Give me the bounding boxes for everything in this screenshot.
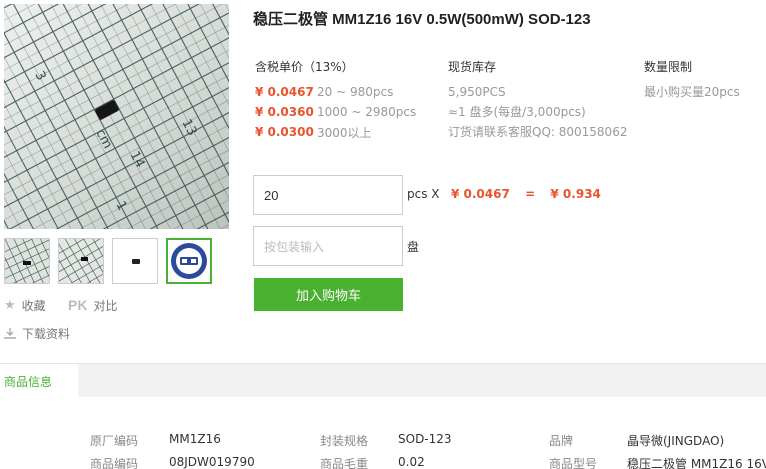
star-icon: ★ [4, 297, 16, 313]
favorite-button[interactable]: ★ 收藏 [4, 296, 64, 314]
spec-key: 原厂编码 [90, 434, 139, 448]
spec-key: 商品编码 [90, 457, 139, 469]
price-tier-list: ¥ 0.0467 20 ~ 980pcs ¥ 0.0360 1000 ~ 298… [255, 82, 416, 142]
thumbnail-4[interactable] [166, 238, 212, 284]
price-tier: ¥ 0.0300 3000以上 [255, 122, 416, 142]
favorite-label: 收藏 [21, 298, 46, 313]
min-order-text: 最小购买量20pcs [644, 85, 740, 99]
tier-price: ¥ 0.0467 [255, 85, 314, 99]
product-title: 稳压二极管 MM1Z16 16V 0.5W(500mW) SOD-123 [253, 11, 591, 28]
unit-price: ¥ 0.0467 [450, 187, 510, 201]
download-button[interactable]: 下载资料 [4, 324, 94, 342]
price-calculation: pcs X ¥ 0.0467 = ¥ 0.934 [407, 187, 601, 201]
spec-value: 稳压二极管 MM1Z16 16V... [627, 457, 766, 469]
spec-key: 封装规格 [320, 434, 369, 448]
spec-value: 0.02 [398, 455, 425, 469]
tier-range: 1000 ~ 2980pcs [317, 105, 417, 119]
spec-value: MM1Z16 [169, 432, 221, 446]
spec-value: 晶导微(JINGDAO) [627, 434, 725, 448]
equals-sign: = [525, 187, 536, 201]
stock-info: 5,950PCS ≈1 盘多(每盘/3,000pcs) 订货请联系客服QQ: 8… [448, 82, 627, 142]
info-tab-bar: 商品信息 [0, 363, 766, 398]
compare-label: 对比 [93, 298, 118, 313]
price-header: 含税单价（13%） [255, 60, 354, 74]
tier-range: 20 ~ 980pcs [317, 85, 394, 99]
product-main-image: 3 13 cm 14 1 [4, 4, 229, 229]
pack-quantity-input[interactable]: 按包装输入 [253, 226, 403, 266]
tier-range: 3000以上 [317, 125, 372, 140]
compare-button[interactable]: PK 对比 [68, 296, 138, 314]
thumbnail-3[interactable] [112, 238, 158, 284]
price-tier: ¥ 0.0467 20 ~ 980pcs [255, 82, 416, 102]
stock-reels: ≈1 盘多(每盘/3,000pcs) [448, 105, 586, 119]
thumbnail-2[interactable] [58, 238, 104, 284]
pk-icon: PK [68, 297, 88, 313]
spec-key: 商品型号 [549, 457, 598, 469]
pack-unit-label: 盘 [407, 240, 420, 254]
ruler-photo: 3 13 cm 14 1 [4, 4, 229, 229]
tab-product-info[interactable]: 商品信息 [0, 364, 78, 398]
stock-header: 现货库存 [448, 60, 497, 74]
spec-value: SOD-123 [398, 432, 452, 446]
spec-key: 品牌 [549, 434, 574, 448]
thumbnail-1[interactable] [4, 238, 50, 284]
thumbnail-strip [4, 238, 212, 284]
add-to-cart-button[interactable]: 加入购物车 [254, 278, 403, 311]
download-label: 下载资料 [22, 326, 71, 341]
total-price: ¥ 0.934 [550, 187, 601, 201]
stock-contact: 订货请联系客服QQ: 800158062 [448, 125, 628, 139]
spec-key: 商品毛重 [320, 457, 369, 469]
stock-count: 5,950PCS [448, 85, 506, 99]
quantity-input[interactable]: 20 [253, 175, 403, 215]
download-icon [4, 327, 16, 339]
price-tier: ¥ 0.0360 1000 ~ 2980pcs [255, 102, 416, 122]
tier-price: ¥ 0.0300 [255, 125, 314, 139]
unit-x-label: pcs X [407, 187, 440, 201]
spec-value: 08JDW019790 [169, 455, 255, 469]
limit-header: 数量限制 [644, 60, 693, 74]
tier-price: ¥ 0.0360 [255, 105, 314, 119]
